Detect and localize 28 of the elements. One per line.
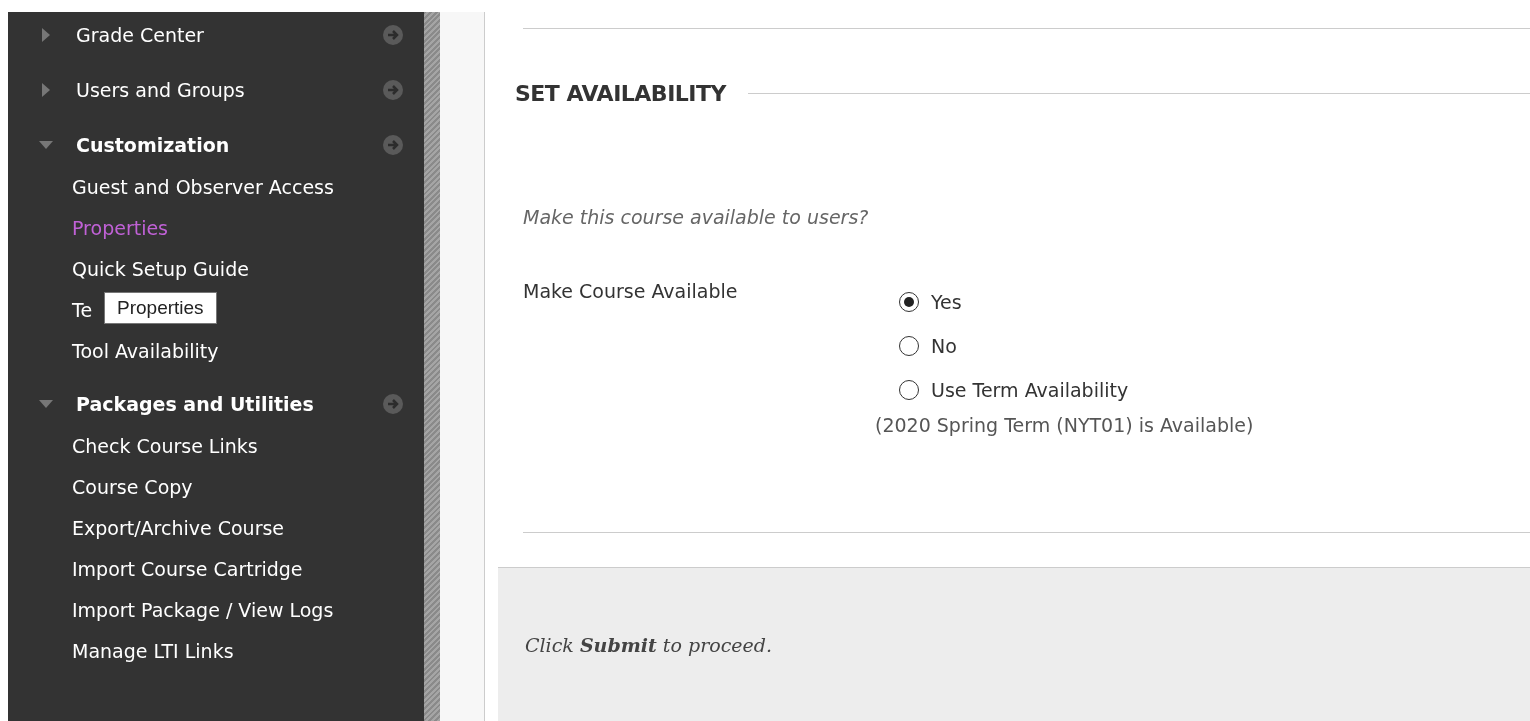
menu-link[interactable]: Guest and Observer Access xyxy=(72,167,334,208)
arrow-circle-icon[interactable] xyxy=(382,24,404,46)
menu-section-title[interactable]: Users and Groups xyxy=(76,79,382,101)
splitter-handle[interactable] xyxy=(424,12,440,721)
arrow-circle-icon[interactable] xyxy=(382,79,404,101)
menu-section-title[interactable]: Packages and Utilities xyxy=(76,393,382,415)
arrow-circle-icon[interactable] xyxy=(382,393,404,415)
menu-link[interactable]: Course Copy xyxy=(72,467,193,508)
menu-section-title[interactable]: Customization xyxy=(76,134,382,156)
term-note: (2020 Spring Term (NYT01) is Available) xyxy=(875,414,1254,436)
menu-link[interactable]: Quick Setup Guide xyxy=(72,249,249,290)
arrow-circle-icon[interactable] xyxy=(382,134,404,156)
menu-link[interactable]: Import Course Cartridge xyxy=(72,549,303,590)
menu-link[interactable]: Manage LTI Links xyxy=(72,631,234,672)
radio-option[interactable]: Use Term Availability xyxy=(899,368,1129,412)
instruction-text: Make this course available to users? xyxy=(523,206,870,228)
menu-link[interactable]: Tool Availability xyxy=(72,331,219,372)
tooltip: Properties xyxy=(104,292,217,324)
menu-link[interactable]: Check Course Links xyxy=(72,426,258,467)
radio-option[interactable]: Yes xyxy=(899,280,962,324)
submit-instruction: Click Submit to proceed. xyxy=(525,633,772,656)
section-heading: SET AVAILABILITY xyxy=(515,81,726,106)
menu-link[interactable]: Export/Archive Course xyxy=(72,508,285,549)
menu-link[interactable]: Te xyxy=(72,290,93,331)
radio-option[interactable]: No xyxy=(899,324,957,368)
menu-section-title[interactable]: Grade Center xyxy=(76,24,382,46)
menu-link[interactable]: Properties xyxy=(72,208,169,249)
menu-link[interactable]: Import Package / View Logs xyxy=(72,590,334,631)
